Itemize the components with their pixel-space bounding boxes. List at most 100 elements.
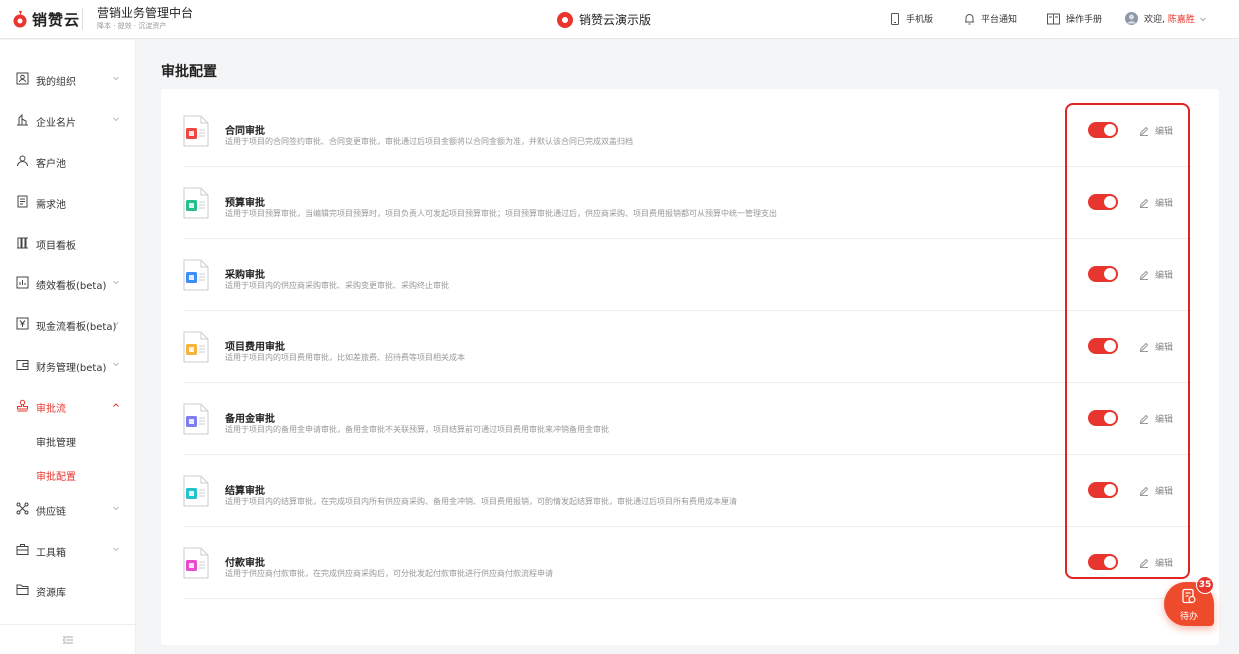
sidebar-item-finance[interactable]: 财务管理(beta) <box>0 354 136 376</box>
sidebar-item-label: 财务管理(beta) <box>36 363 107 374</box>
document-list-icon <box>17 195 28 208</box>
welcome-label: 欢迎, <box>1144 15 1165 25</box>
approval-doc-icon <box>183 475 209 507</box>
approval-row: 备用金审批 适用于项目内的备用金申请审批，备用金审批不关联预算，项目结算前可通过项… <box>183 383 1191 455</box>
todo-float-button[interactable]: 待办 35 <box>1164 576 1214 626</box>
approval-title: 结算审批 <box>225 486 265 497</box>
sidebar-item-demand-pool[interactable]: 需求池 <box>0 191 136 213</box>
brand-icon <box>557 12 573 28</box>
sidebar-item-label: 我的组织 <box>36 77 76 88</box>
approval-description: 适用于项目的合同签约审批、合同变更审批，审批通过后项目金额将以合同金额为准，并默… <box>225 137 633 146</box>
approval-title: 付款审批 <box>225 558 265 569</box>
id-card-icon <box>16 72 29 85</box>
sidebar-subitem-approval-config[interactable]: 审批配置 <box>36 468 76 483</box>
sidebar-item-label: 绩效看板(beta) <box>36 281 107 292</box>
chevron-down-icon <box>1200 17 1206 21</box>
manual-label: 操作手册 <box>1066 15 1103 25</box>
sidebar-item-label: 客户池 <box>36 159 66 170</box>
approval-title: 采购审批 <box>225 270 265 281</box>
approval-row: 结算审批 适用于项目内的结算审批，在完成项目内所有供应商采购、备用金冲销、项目费用… <box>183 455 1191 527</box>
approval-description: 适用于项目预算审批，当编辑完项目预算时，项目负责人可发起项目预算审批；项目预算审… <box>225 209 777 218</box>
stamp-icon <box>17 399 28 412</box>
mobile-link[interactable]: 手机版 <box>890 12 933 25</box>
center-title: 销赞云演示版 <box>556 10 651 28</box>
header-divider <box>82 8 83 30</box>
manual-link[interactable]: 操作手册 <box>1047 12 1102 25</box>
sidebar: 我的组织 企业名片 客户池 需求池 项目看板 绩效看板(beta) 现金流看板(… <box>0 40 136 654</box>
approval-description: 适用于供应商付款审批，在完成供应商采购后，可分批发起付款审批进行供应商付款流程申… <box>225 569 553 578</box>
logo-icon <box>13 11 27 28</box>
approval-title: 备用金审批 <box>225 414 275 425</box>
approval-doc-icon <box>183 259 209 291</box>
columns-icon <box>17 237 28 249</box>
clipboard-clock-icon <box>1182 588 1196 604</box>
toolbox-icon <box>16 544 29 555</box>
chevron-down-icon <box>113 117 119 122</box>
approval-title: 项目费用审批 <box>225 342 285 353</box>
sidebar-item-company-card[interactable]: 企业名片 <box>0 109 136 131</box>
bar-chart-icon <box>16 276 29 289</box>
sidebar-item-project-board[interactable]: 项目看板 <box>0 232 136 254</box>
collapse-menu-icon <box>63 636 73 644</box>
sidebar-collapse-toggle[interactable] <box>0 624 136 654</box>
product-name: 营销业务管理中台 降本 · 提效 · 沉淀资产 <box>97 5 193 31</box>
approval-title: 预算审批 <box>225 198 265 209</box>
logo-text: 销赞云 <box>32 10 81 29</box>
approval-description: 适用于项目内的结算审批，在完成项目内所有供应商采购、备用金冲销、项目费用报销，可… <box>225 497 737 506</box>
todo-count-badge: 35 <box>1196 576 1214 594</box>
sidebar-item-resource-library[interactable]: 资源库 <box>0 579 136 601</box>
sidebar-item-label: 企业名片 <box>36 118 76 129</box>
product-subtitle: 降本 · 提效 · 沉淀资产 <box>97 22 167 30</box>
bell-icon <box>965 13 974 24</box>
chevron-up-icon <box>113 403 119 407</box>
notify-label: 平台通知 <box>981 15 1018 25</box>
chevron-down-icon <box>113 547 119 552</box>
chevron-down-icon <box>113 506 119 511</box>
book-icon <box>1047 13 1060 24</box>
chevron-down-icon <box>113 280 119 285</box>
approval-row: 采购审批 适用于项目内的供应商采购审批、采购变更审批、采购终止审批 编辑 <box>183 239 1191 311</box>
sidebar-item-performance-board[interactable]: 绩效看板(beta) <box>0 272 136 294</box>
logo[interactable]: 销赞云 <box>12 8 80 30</box>
chevron-down-icon <box>113 76 119 81</box>
todo-label: 待办 <box>1179 612 1198 622</box>
sidebar-item-label: 供应链 <box>36 507 66 518</box>
approval-row: 预算审批 适用于项目预算审批，当编辑完项目预算时，项目负责人可发起项目预算审批；项… <box>183 167 1191 239</box>
approval-description: 适用于项目内的供应商采购审批、采购变更审批、采购终止审批 <box>225 281 449 290</box>
page-title: 审批配置 <box>161 64 217 80</box>
approval-doc-icon <box>183 547 209 579</box>
approval-description: 适用于项目内的项目费用审批，比如差旅费、招待费等项目相关成本 <box>225 353 465 362</box>
highlight-box <box>1065 103 1190 579</box>
sidebar-item-label: 需求池 <box>36 200 66 211</box>
avatar <box>1125 12 1138 25</box>
approval-row: 项目费用审批 适用于项目内的项目费用审批，比如差旅费、招待费等项目相关成本 编辑 <box>183 311 1191 383</box>
approval-row: 合同审批 适用于项目的合同签约审批、合同变更审批，审批通过后项目金额将以合同金额为… <box>183 95 1191 167</box>
wallet-icon <box>16 360 29 370</box>
sidebar-subitem-approval-management[interactable]: 审批管理 <box>36 434 76 449</box>
approval-doc-icon <box>183 331 209 363</box>
approval-config-card: 合同审批 适用于项目的合同签约审批、合同变更审批，审批通过后项目金额将以合同金额为… <box>161 89 1219 645</box>
sidebar-item-customer-pool[interactable]: 客户池 <box>0 150 136 172</box>
sidebar-item-cashflow-board[interactable]: 现金流看板(beta) <box>0 313 136 335</box>
approval-doc-icon <box>183 187 209 219</box>
sidebar-item-approval-flow[interactable]: 审批流 <box>0 395 136 417</box>
sidebar-item-label: 审批流 <box>36 404 66 415</box>
user-icon <box>17 155 28 167</box>
chevron-down-icon <box>113 321 119 326</box>
approval-doc-icon <box>183 403 209 435</box>
platform-notify-link[interactable]: 平台通知 <box>964 12 1017 25</box>
sidebar-item-supply-chain[interactable]: 供应链 <box>0 498 136 520</box>
sidebar-item-label: 现金流看板(beta) <box>36 322 117 333</box>
center-title-text: 销赞云演示版 <box>579 12 652 27</box>
sidebar-item-label: 项目看板 <box>36 241 76 252</box>
building-icon <box>17 113 28 126</box>
user-menu[interactable]: 欢迎, 陈嘉胜 <box>1125 12 1207 25</box>
sidebar-item-organization[interactable]: 我的组织 <box>0 68 136 90</box>
approval-title: 合同审批 <box>225 126 265 137</box>
sidebar-item-label: 资源库 <box>36 588 66 599</box>
phone-icon <box>891 12 899 25</box>
chevron-down-icon <box>113 362 119 367</box>
sidebar-item-toolbox[interactable]: 工具箱 <box>0 539 136 561</box>
product-title: 营销业务管理中台 <box>97 6 194 20</box>
network-icon <box>16 502 29 515</box>
